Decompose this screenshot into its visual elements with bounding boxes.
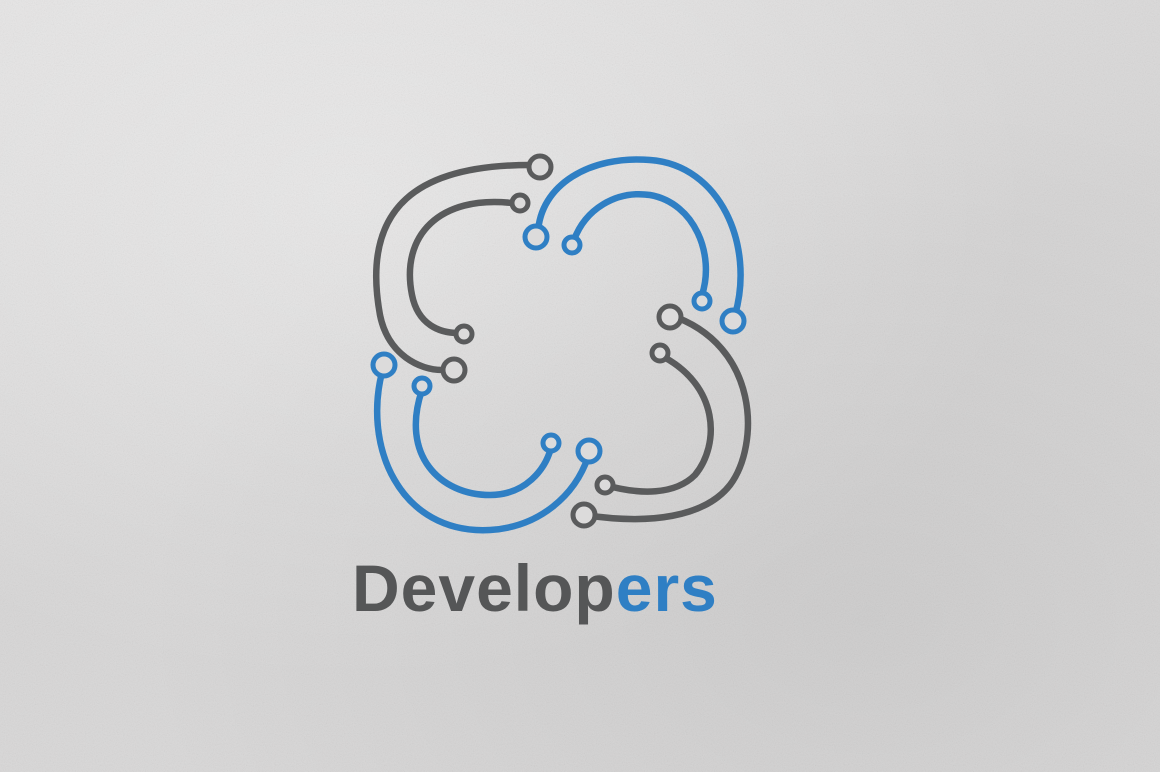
gray-node — [570, 501, 598, 529]
gray-node — [453, 323, 475, 345]
gray-arc-outer-topleft — [373, 161, 534, 374]
blue-node — [540, 432, 562, 454]
gray-node — [594, 474, 616, 496]
blue-node — [719, 307, 747, 335]
gray-arc-inner-topleft — [406, 198, 516, 337]
blue-arc-inner-bottomleft — [412, 386, 555, 499]
wordmark-blue-part: ers — [615, 551, 718, 625]
circuit-cloud-logo-icon — [370, 153, 752, 534]
gray-node — [526, 153, 554, 181]
blue-node — [411, 375, 433, 397]
logo-wordmark: Developers — [352, 555, 792, 621]
blue-arc-inner-topright — [570, 190, 710, 299]
gray-node — [509, 192, 531, 214]
blue-node — [370, 351, 398, 379]
blue-node — [691, 290, 713, 312]
gray-node — [656, 303, 684, 331]
blue-node — [522, 223, 550, 251]
gray-arc-inner-bottomright — [601, 351, 715, 495]
wordmark-gray-part: Develop — [352, 551, 616, 625]
gray-node — [440, 356, 468, 384]
gray-node — [649, 342, 671, 364]
blue-node — [561, 234, 583, 256]
blue-node — [575, 437, 603, 465]
